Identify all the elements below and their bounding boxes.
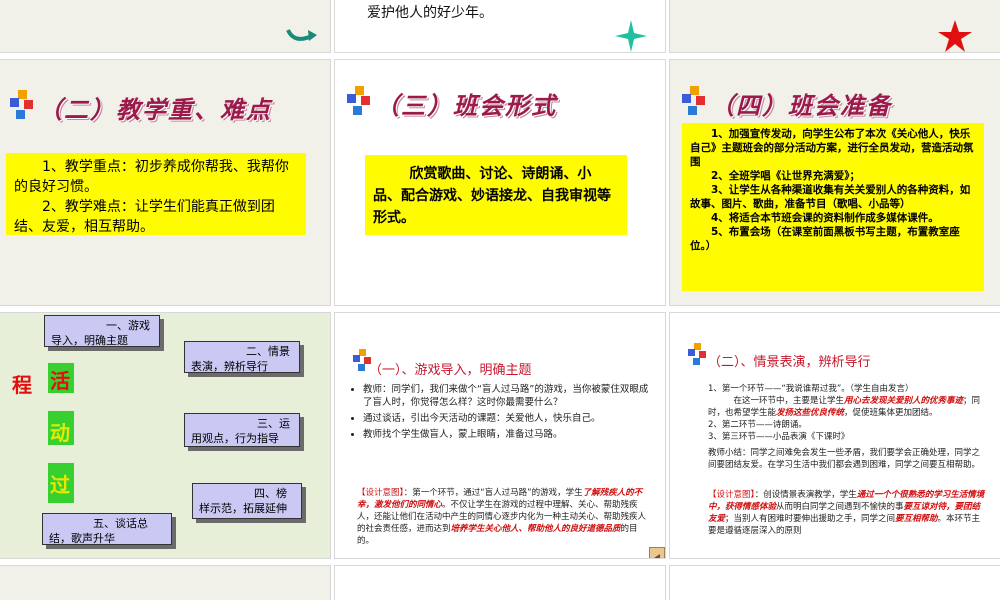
slide-format: （三）班会形式 欣赏歌曲、讨论、诗朗诵、小品、配合游戏、妙语接龙、自我审视等形式… [335, 60, 665, 305]
scene-line-3: 2、第二环节——诗朗诵。 [708, 420, 807, 430]
slide-game-intro: （一）、游戏导入，明确主题 教师：同学们，我们来做个“盲人过马路”的游戏，当你被… [335, 313, 665, 558]
highlight-box: 1、教学重点：初步养成你帮我、我帮你的良好习惯。 2、教学难点：让学生们能真正做… [6, 153, 306, 235]
prep-item-3: 3、让学生从各种渠道收集有关关爱别人的各种资料，如故事、图片、歌曲，准备节目（歌… [690, 184, 971, 210]
bullet-item: 教师找个学生做盲人，蒙上眼睛，准备过马路。 [363, 428, 653, 441]
design-label: 【设计意图】 [708, 490, 755, 500]
prep-item-5: 5、布置会场（在课室前面黑板书写主题，布置教室座位。） [690, 226, 960, 252]
flow-step-5: 五、谈话总结，歌声升华 [42, 513, 172, 545]
slide-key-points: （二）教学重、难点 1、教学重点：初步养成你帮我、我帮你的良好习惯。 2、教学难… [0, 60, 330, 305]
design-intent: 【设计意图】：第一个环节，通过“盲人过马路”的游戏，学生了解残疾人的不幸，激发他… [357, 487, 647, 547]
slide-bottom-right [670, 566, 1000, 600]
highlight-box: 欣赏歌曲、讨论、诗朗诵、小品、配合游戏、妙语接龙、自我审视等形式。 [365, 155, 627, 235]
flow-char-text: 动 [50, 421, 70, 445]
curved-arrow-icon [286, 29, 317, 41]
section-title: （一）、游戏导入，明确主题 [369, 363, 532, 378]
slide-bottom-left [0, 566, 330, 600]
flow-step-2: 二、情景表演，辨析导行 [184, 341, 300, 373]
section-title: （二）、情景表演，辨析导行 [708, 355, 871, 370]
flow-char-dong: 动 [48, 411, 74, 445]
design-intent: 【设计意图】：创设情景表演教学，学生通过一个个很熟悉的学习生活情境中，获得情感体… [708, 489, 988, 537]
slide-bottom-middle [335, 566, 665, 600]
bullet-item: 教师：同学们，我们来做个“盲人过马路”的游戏，当你被蒙住双眼成了盲人时，你觉得怎… [363, 383, 653, 409]
scene-line-1: 1、第一个环节——“我说谁帮过我”。（学生自由发言） [708, 384, 914, 394]
slide-preparation: （四）班会准备 1、加强宣传发动，向学生公布了本次《关心他人，快乐自己》主题班会… [670, 60, 1000, 305]
flow-char-guo: 过 [48, 463, 74, 503]
flow-char-text: 活 [50, 369, 70, 393]
design-text: ：创设情景表演教学，学生 [754, 490, 857, 500]
arrow-left-icon [654, 554, 660, 558]
scene-line-2: 在这一环节中，主要是让学生用心去发现关爱别人的优秀事迹；同时，也希望学生能发扬这… [708, 395, 988, 419]
slide-title: （四）班会准备 [710, 91, 892, 120]
scene-text: 在这一环节中，主要是让学生 [733, 396, 845, 406]
key-point-1: 1、教学重点：初步养成你帮我、我帮你的良好习惯。 [14, 159, 289, 195]
flow-char-huo: 活 [48, 363, 74, 393]
slide-top-middle: 爱护他人的好少年。 [335, 0, 665, 52]
scene-text: ，促使班集体更加团结。 [844, 408, 938, 418]
scene-line-4: 3、第三环节——小品表演《下课时》 [708, 432, 850, 442]
bullet-item: 通过谈话，引出今天活动的课题：关爱他人，快乐自己。 [363, 412, 653, 425]
highlight-box: 1、加强宣传发动，向学生公布了本次《关心他人，快乐自己》主题班会的部分活动方案，… [682, 123, 984, 291]
slide-text: 爱护他人的好少年。 [367, 5, 493, 21]
flow-step-1: 一、游戏导入，明确主题 [44, 315, 160, 347]
slide-title: （三）班会形式 [375, 91, 557, 120]
scene-line-5: 教师小结：同学之间难免会发生一些矛盾，我们要学会正确处理，同学之间要团结友爱。在… [708, 448, 981, 470]
design-highlight: 要互相帮助 [895, 514, 938, 524]
key-point-2: 2、教学难点：让学生们能真正做到团结、友爱，相互帮助。 [14, 199, 275, 235]
flow-step-4: 四、榜样示范，拓展延伸 [192, 483, 302, 519]
slide-scene-play: （二）、情景表演，辨析导行 1、第一个环节——“我说谁帮过我”。（学生自由发言）… [670, 313, 1000, 558]
design-label: 【设计意图】 [357, 488, 404, 498]
red-star-icon [938, 20, 972, 52]
bullet-list: 教师：同学们，我们来做个“盲人过马路”的游戏，当你被蒙住双眼成了盲人时，你觉得怎… [349, 383, 653, 444]
design-highlight: 培养学生关心他人、帮助他人的良好道德品质 [450, 524, 621, 534]
design-text: ；当别人有困难时要伸出援助之手，同学之间 [725, 514, 896, 524]
scene-body: 1、第一个环节——“我说谁帮过我”。（学生自由发言） 在这一环节中，主要是让学生… [708, 383, 988, 471]
slide-top-right [670, 0, 1000, 52]
scene-highlight: 用心去发现关爱别人的优秀事迹 [844, 396, 964, 406]
slide-title: （二）教学重、难点 [38, 95, 272, 124]
prev-slide-button[interactable] [649, 547, 665, 558]
four-point-star-icon [615, 20, 647, 52]
prep-item-4: 4、将适合本节班会课的资料制作成多媒体课件。 [711, 212, 939, 224]
slide-top-left [0, 0, 330, 52]
prep-item-1: 1、加强宣传发动，向学生公布了本次《关心他人，快乐自己》主题班会的部分活动方案，… [690, 128, 974, 168]
scene-highlight: 发扬这些优良传统 [776, 408, 845, 418]
prep-item-2: 2、全班学唱《让世界充满爱》； [711, 170, 861, 182]
design-text: ：第一个环节，通过“盲人过马路”的游戏，学生 [403, 488, 583, 498]
flow-char-text: 过 [50, 473, 70, 497]
design-text: 从而明白同学之间遇到不愉快的事 [776, 502, 904, 512]
flow-char-cheng: 程 [12, 373, 32, 397]
slide-activity-flow: 程 活 动 过 一、游戏导入，明确主题 二、情景表演，辨析导行 三、运用观点，行… [0, 313, 330, 558]
flow-step-3: 三、运用观点，行为指导 [184, 413, 300, 447]
